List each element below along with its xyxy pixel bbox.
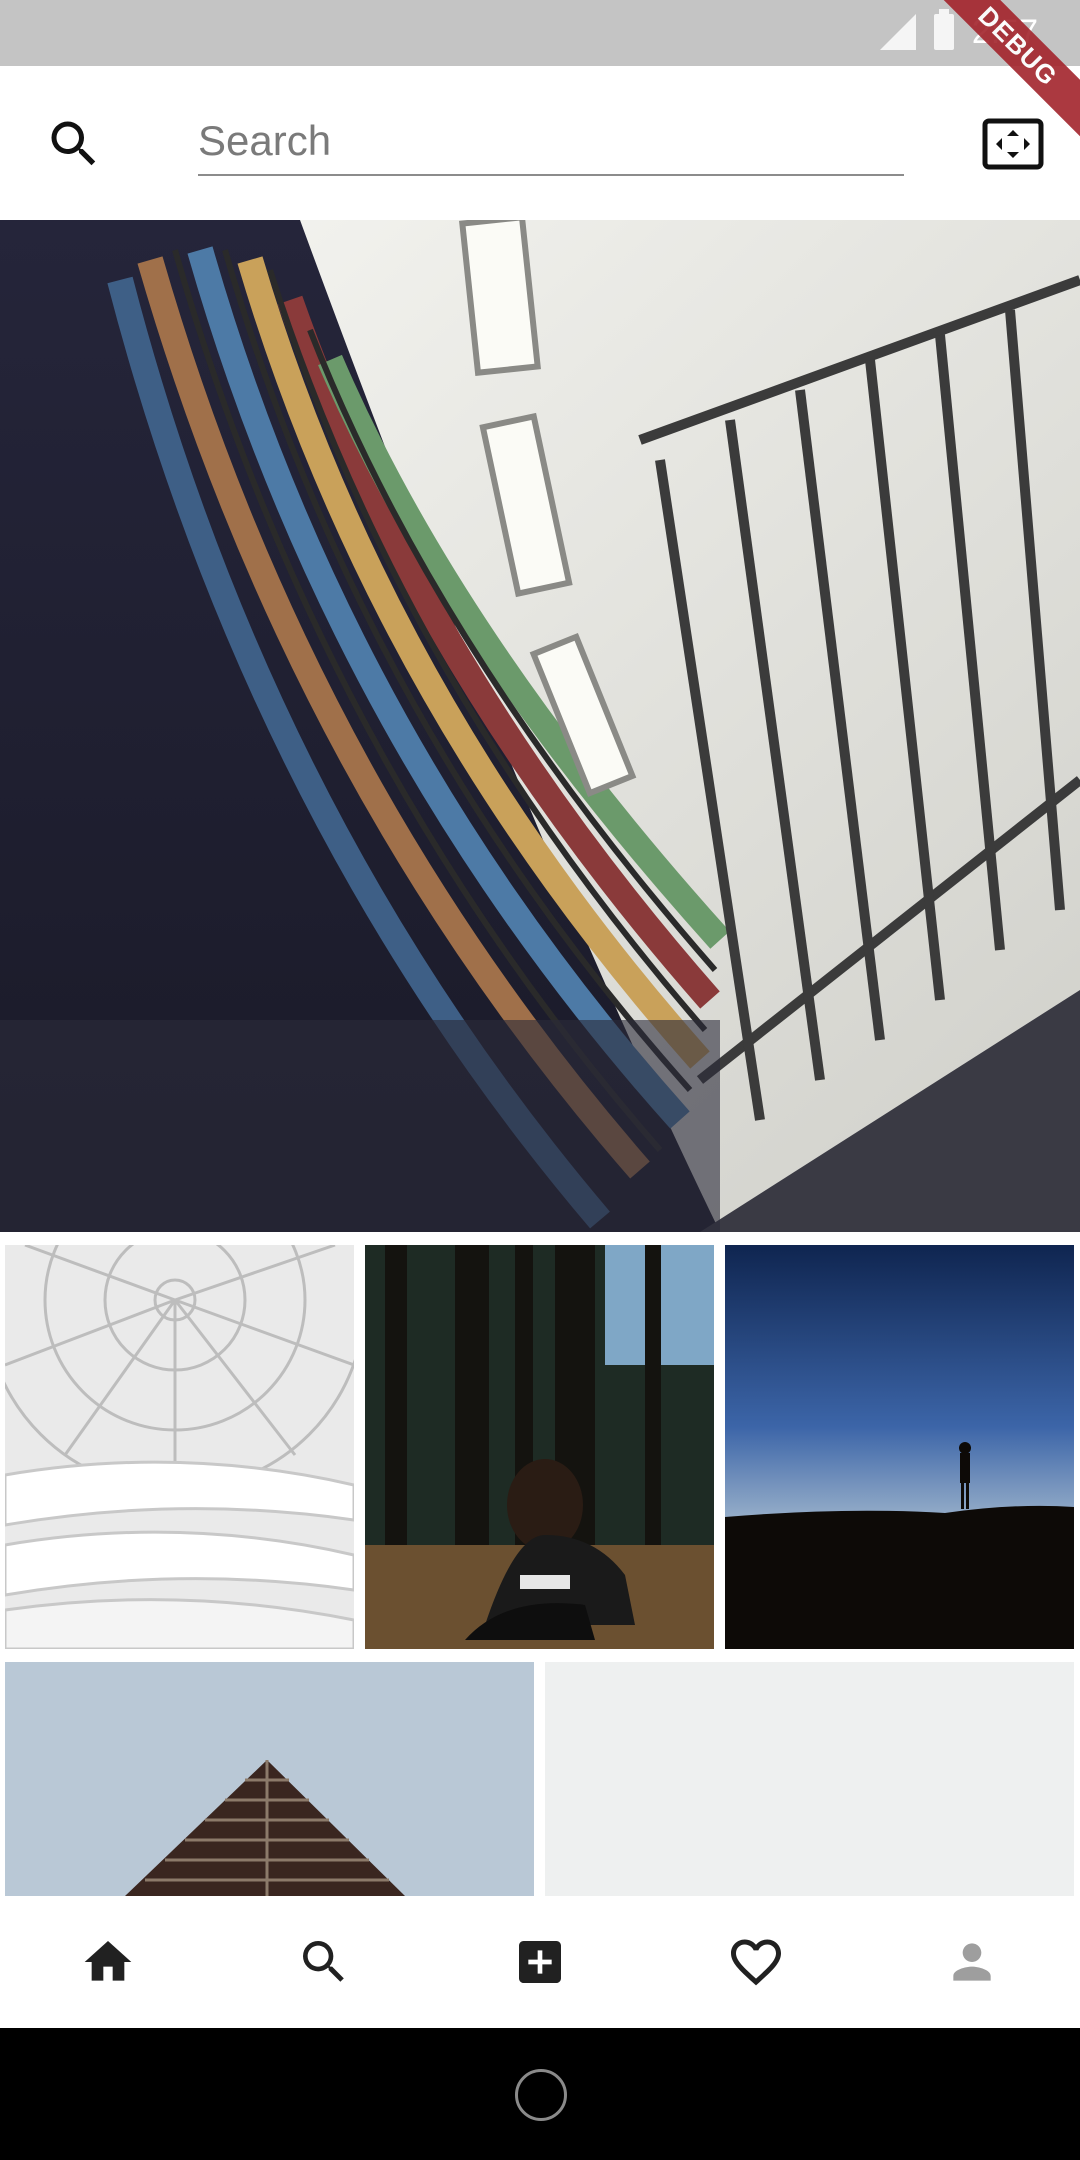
image-woman-reading-in-forest[interactable]: [365, 1245, 714, 1649]
bottom-navigation: [0, 1896, 1080, 2028]
home-icon: [84, 1941, 132, 1981]
search-icon[interactable]: [44, 114, 104, 174]
status-bar: 2:57: [0, 0, 1080, 66]
signal-icon: [879, 14, 916, 50]
image-silhouette-at-sunset[interactable]: [725, 1245, 1074, 1649]
forest-reader-illustration: [365, 1245, 714, 1649]
nav-activity[interactable]: [716, 1922, 796, 2002]
image-building-pyramid-top[interactable]: [5, 1662, 534, 1896]
library-illustration: [0, 220, 1080, 1232]
search-app-bar: [0, 66, 1080, 220]
add-post-icon: [519, 1941, 561, 1983]
scan-frame-glyph: [982, 118, 1044, 170]
search-icon-glyph: [51, 121, 96, 166]
nav-home[interactable]: [68, 1922, 148, 2002]
nav-profile[interactable]: [932, 1922, 1012, 2002]
image-spiral-skylight-atrium[interactable]: [5, 1245, 354, 1649]
system-navigation-bar: [0, 2028, 1080, 2160]
nav-search[interactable]: [284, 1922, 364, 2002]
scan-frame-icon[interactable]: [982, 118, 1044, 170]
profile-icon: [953, 1943, 991, 1981]
search-input[interactable]: [198, 108, 904, 176]
pyramid-building-illustration: [5, 1662, 534, 1896]
heart-icon: [731, 1939, 781, 1986]
atrium-illustration: [5, 1245, 354, 1649]
image-library-bookshelves[interactable]: [0, 220, 1080, 1232]
search-icon: [303, 1941, 344, 1982]
system-home-button[interactable]: [515, 2069, 567, 2121]
nav-add-post[interactable]: [500, 1922, 580, 2002]
sunset-silhouette-illustration: [725, 1245, 1074, 1649]
image-pale-sky[interactable]: [545, 1662, 1074, 1896]
battery-icon: [933, 9, 954, 50]
explore-feed[interactable]: [0, 220, 1080, 1896]
